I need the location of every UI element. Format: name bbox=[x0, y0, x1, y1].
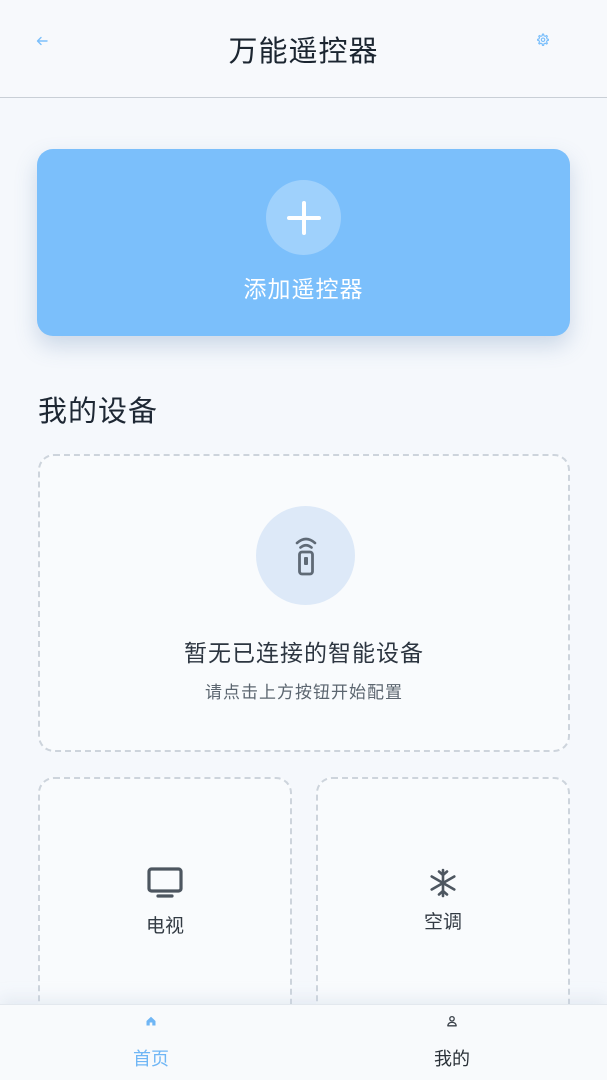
top-app-bar: 万能遥控器 bbox=[0, 0, 607, 98]
user-icon-wrap bbox=[372, 1015, 532, 1029]
home-icon-wrap bbox=[71, 1015, 231, 1029]
empty-state-message: 暂无已连接的智能设备 bbox=[184, 641, 424, 667]
nav-label-home: 首页 bbox=[133, 1049, 169, 1070]
bottom-navigation: 首页 我的 bbox=[0, 1004, 607, 1080]
settings-button[interactable] bbox=[530, 28, 554, 50]
page-title: 万能遥控器 bbox=[228, 34, 379, 68]
home-icon bbox=[146, 1016, 156, 1026]
nav-label-mine: 我的 bbox=[434, 1049, 470, 1070]
nav-item-mine[interactable]: 我的 bbox=[372, 1005, 532, 1080]
empty-state-hint: 请点击上方按钮开始配置 bbox=[205, 683, 403, 703]
add-remote-label: 添加遥控器 bbox=[243, 277, 364, 303]
empty-state: 暂无已连接的智能设备 请点击上方按钮开始配置 bbox=[38, 454, 570, 752]
tv-icon bbox=[147, 867, 183, 898]
snowflake-icon bbox=[430, 868, 456, 898]
user-icon bbox=[447, 1015, 457, 1027]
nav-item-home[interactable]: 首页 bbox=[71, 1005, 231, 1080]
app-root: 万能遥控器 添加遥控器 我的设备 暂无已连接的智能设备 请点击上方按钮开始配置 … bbox=[0, 0, 607, 1080]
device-label-tv: 电视 bbox=[145, 915, 184, 937]
tv-icon-wrap bbox=[40, 863, 290, 903]
remote-icon-circle bbox=[256, 506, 355, 605]
snowflake-icon-wrap bbox=[318, 863, 568, 903]
device-label-ac: 空调 bbox=[423, 911, 462, 933]
section-title-my-devices: 我的设备 bbox=[38, 394, 159, 428]
gear-icon bbox=[536, 32, 549, 46]
remote-control-icon bbox=[295, 537, 316, 575]
plus-icon bbox=[286, 200, 321, 235]
add-remote-button[interactable]: 添加遥控器 bbox=[37, 149, 570, 336]
plus-icon-circle bbox=[266, 180, 341, 255]
